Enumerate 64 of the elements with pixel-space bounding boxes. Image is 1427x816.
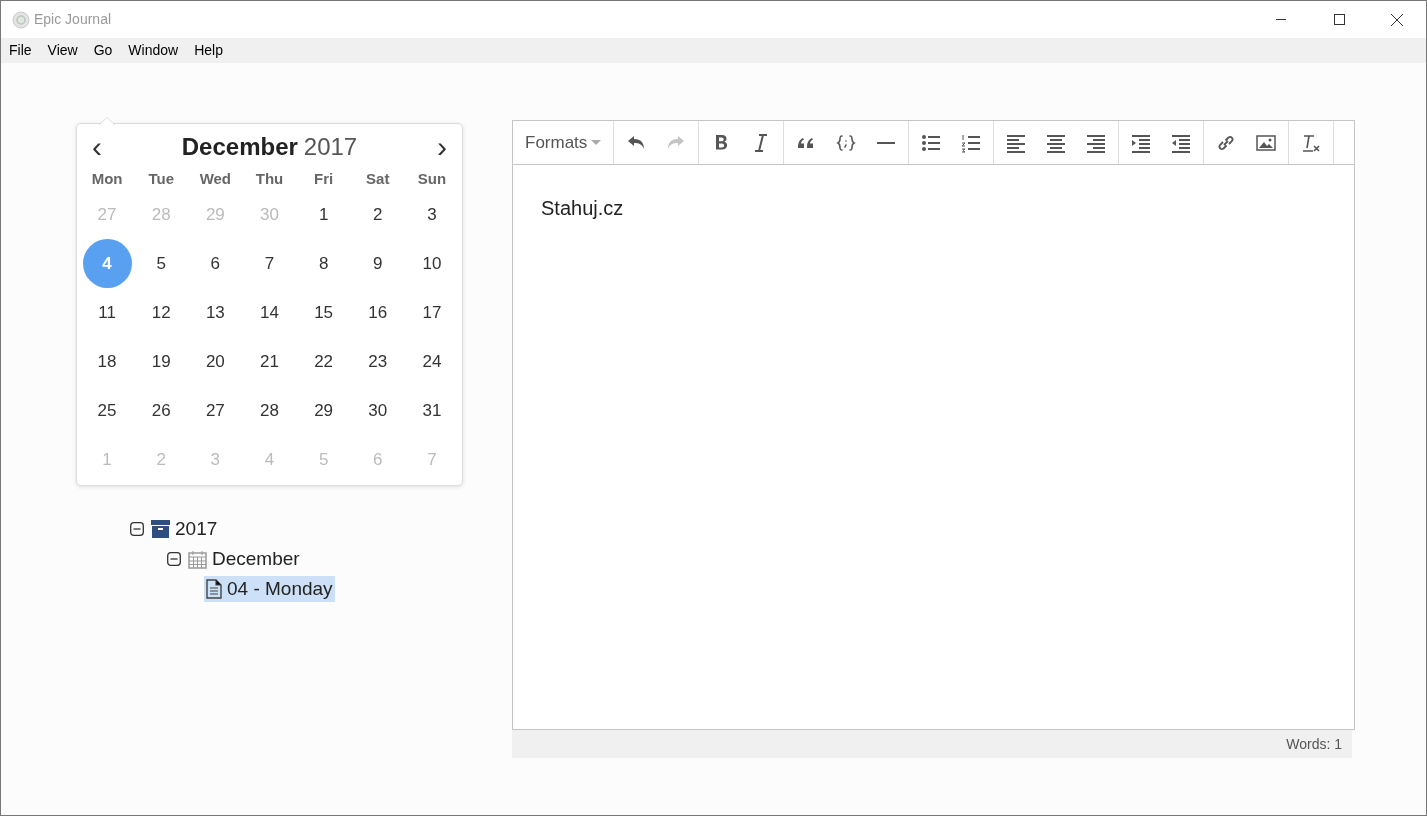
- calendar-icon: [188, 549, 207, 569]
- archive-box-icon: [151, 520, 170, 538]
- calendar-day[interactable]: 14: [245, 288, 294, 337]
- weekday-label: Tue: [147, 169, 175, 188]
- menu-item[interactable]: View: [39, 38, 86, 63]
- maximize-icon: [1333, 14, 1345, 25]
- minimize-icon: [1276, 19, 1286, 20]
- calendar-day[interactable]: 15: [299, 288, 349, 337]
- calendar-day[interactable]: 11: [82, 288, 132, 337]
- calendar-day[interactable]: 9: [353, 239, 403, 288]
- calendar-day[interactable]: 22: [299, 337, 349, 386]
- calendar-day[interactable]: 24: [407, 337, 457, 386]
- horizontal-rule-icon: [877, 141, 896, 144]
- app-logo-icon: [12, 10, 30, 29]
- menu-item[interactable]: Help: [186, 38, 231, 63]
- tree-item[interactable]: 2017: [149, 516, 220, 542]
- calendar-day[interactable]: 25: [82, 386, 132, 435]
- calendar-day[interactable]: 2: [353, 190, 403, 239]
- expand-toggle-icon[interactable]: [167, 552, 181, 566]
- menu-item[interactable]: Window: [120, 38, 187, 63]
- editor-text[interactable]: Stahuj.cz: [513, 165, 1354, 223]
- calendar-day[interactable]: 7: [245, 239, 294, 288]
- calendar-day[interactable]: 13: [190, 288, 240, 337]
- calendar-day[interactable]: 26: [136, 386, 186, 435]
- month-label: December: [181, 132, 298, 162]
- menu-item[interactable]: File: [1, 38, 40, 63]
- menu-item[interactable]: Go: [85, 38, 121, 63]
- word-count: Words: 1: [1286, 734, 1342, 754]
- calendar-day[interactable]: 6: [190, 239, 240, 288]
- weekday-label: Sun: [416, 169, 448, 188]
- calendar-day[interactable]: 10: [407, 239, 457, 288]
- calendar-day[interactable]: 31: [407, 386, 457, 435]
- window-title: Epic Journal: [34, 10, 112, 29]
- calendar-day[interactable]: 18: [82, 337, 132, 386]
- weekday-label: Thu: [254, 169, 285, 188]
- tree-item[interactable]: December: [186, 546, 302, 572]
- calendar-day[interactable]: 19: [136, 337, 186, 386]
- weekday-label: Wed: [198, 169, 233, 188]
- close-icon: [1391, 13, 1403, 26]
- formats-dropdown[interactable]: Formats: [513, 121, 615, 164]
- calendar-day[interactable]: 27: [190, 386, 240, 435]
- calendar-day[interactable]: 17: [407, 288, 457, 337]
- calendar-day[interactable]: 1: [299, 190, 349, 239]
- document-icon: [206, 579, 222, 599]
- weekday-label: Sat: [365, 169, 391, 188]
- next-month-button[interactable]: ›: [432, 132, 452, 162]
- tree-item[interactable]: 04 - Monday: [204, 576, 335, 602]
- calendar-day[interactable]: 30: [353, 386, 403, 435]
- previous-month-button[interactable]: ‹: [87, 132, 107, 162]
- calendar-day[interactable]: 28: [245, 386, 294, 435]
- caret-icon: [591, 139, 602, 146]
- calendar-day[interactable]: 12: [136, 288, 186, 337]
- calendar-day[interactable]: 29: [299, 386, 349, 435]
- calendar-day[interactable]: 5: [136, 239, 186, 288]
- calendar-day[interactable]: 16: [353, 288, 403, 337]
- calendar-day[interactable]: 3: [407, 190, 457, 239]
- weekday-label: Fri: [313, 169, 335, 188]
- calendar-day[interactable]: 21: [245, 337, 294, 386]
- calendar-day[interactable]: 23: [353, 337, 403, 386]
- calendar-day[interactable]: 8: [299, 239, 349, 288]
- weekday-label: Mon: [90, 169, 124, 188]
- expand-toggle-icon[interactable]: [130, 522, 144, 536]
- year-label: 2017: [303, 132, 358, 162]
- calendar-day[interactable]: 20: [190, 337, 240, 386]
